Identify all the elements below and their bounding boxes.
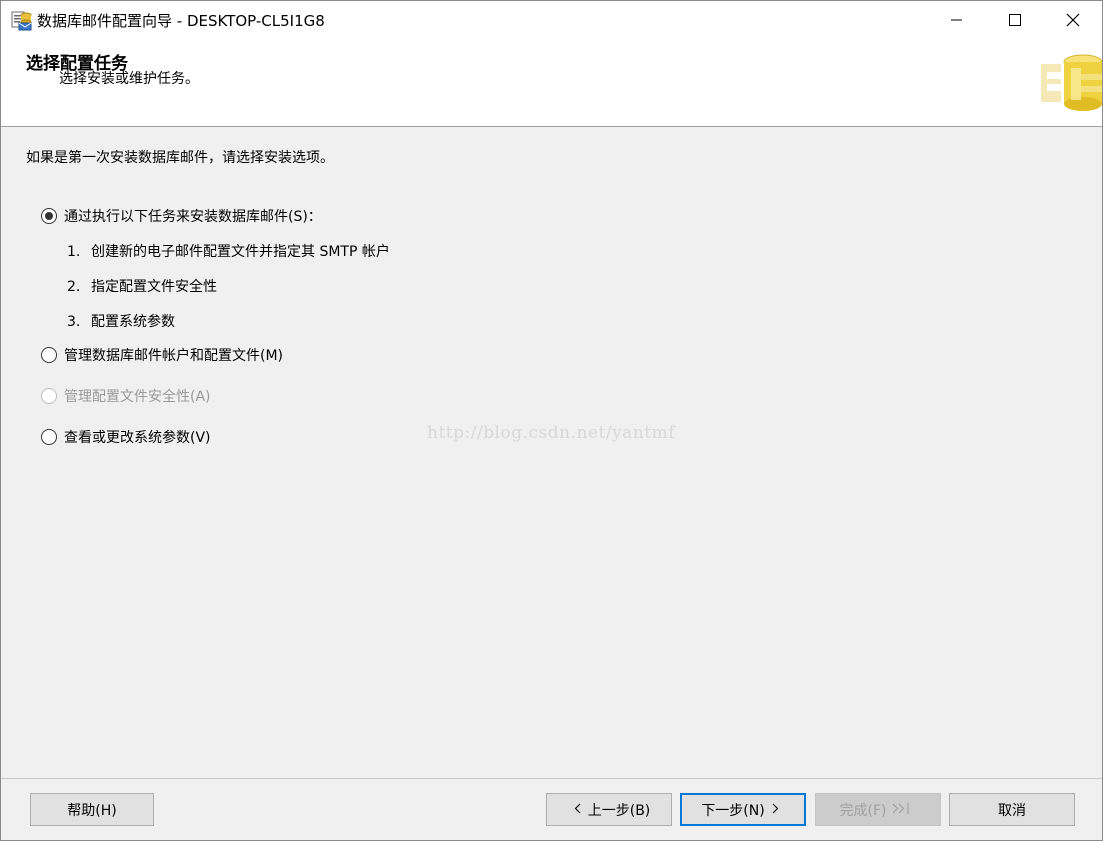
wizard-content: 如果是第一次安装数据库邮件，请选择安装选项。 通过执行以下任务来安装数据库邮件(… (1, 128, 1102, 778)
window-title: 数据库邮件配置向导 - DESKTOP-CL5I1G8 (37, 12, 325, 30)
install-step: 3. 配置系统参数 (67, 314, 175, 330)
radio-manage-accounts-option[interactable]: 管理数据库邮件帐户和配置文件(M) (41, 345, 283, 365)
watermark-text: http://blog.csdn.net/yantmf (427, 423, 675, 443)
maximize-button[interactable] (986, 1, 1044, 38)
radio-profile-security-option: 管理配置文件安全性(A) (41, 386, 211, 406)
radio-label: 管理配置文件安全性(A) (64, 389, 211, 405)
radio-label: 查看或更改系统参数(V) (64, 430, 211, 446)
close-icon (1066, 13, 1080, 26)
maximize-icon (1009, 13, 1021, 26)
database-mail-wizard-icon (11, 9, 33, 31)
radio-button-disabled (41, 388, 57, 404)
back-button[interactable]: 上一步(B) (546, 793, 672, 826)
chevron-left-icon (574, 802, 582, 818)
next-button[interactable]: 下一步(N) (680, 793, 806, 826)
radio-label: 管理数据库邮件帐户和配置文件(M) (64, 348, 284, 364)
help-button[interactable]: 帮助(H) (30, 793, 154, 826)
radio-button-selected[interactable] (41, 208, 57, 224)
page-subtitle: 选择安装或维护任务。 (59, 71, 199, 87)
wizard-footer: 帮助(H) 上一步(B) 下一步(N) 完成(F) 取消 (1, 778, 1102, 840)
close-button[interactable] (1044, 1, 1102, 38)
finish-button: 完成(F) (815, 793, 941, 826)
intro-text: 如果是第一次安装数据库邮件，请选择安装选项。 (26, 150, 334, 166)
radio-install-option[interactable]: 通过执行以下任务来安装数据库邮件(S)： (41, 206, 322, 226)
database-mail-logo-icon (1041, 52, 1103, 114)
minimize-icon (951, 19, 962, 20)
skip-to-end-icon (892, 802, 910, 818)
cancel-button[interactable]: 取消 (949, 793, 1075, 826)
radio-button[interactable] (41, 347, 57, 363)
minimize-button[interactable] (928, 1, 986, 38)
install-step: 2. 指定配置文件安全性 (67, 279, 217, 295)
install-step: 1. 创建新的电子邮件配置文件并指定其 SMTP 帐户 (67, 244, 390, 260)
radio-button[interactable] (41, 429, 57, 445)
wizard-window: 数据库邮件配置向导 - DESKTOP-CL5I1G8 选择配置任务 选择安装或… (0, 0, 1103, 841)
chevron-right-icon (771, 802, 779, 818)
radio-label: 通过执行以下任务来安装数据库邮件(S)： (64, 209, 322, 225)
wizard-header: 选择配置任务 选择安装或维护任务。 (1, 38, 1103, 127)
title-bar: 数据库邮件配置向导 - DESKTOP-CL5I1G8 (1, 1, 1102, 38)
radio-system-parameters-option[interactable]: 查看或更改系统参数(V) (41, 427, 211, 447)
